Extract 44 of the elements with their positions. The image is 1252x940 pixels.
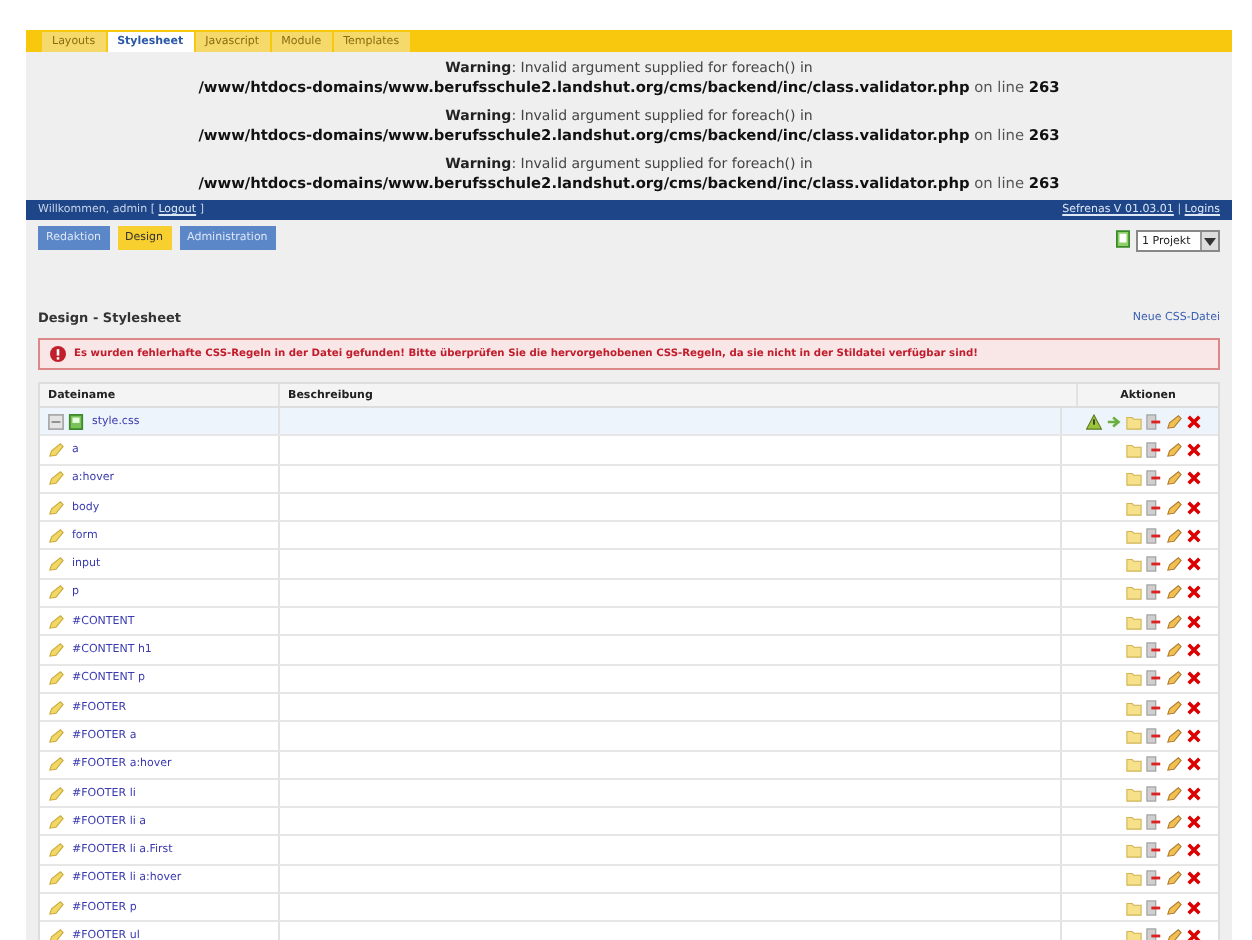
delete-icon[interactable] (1186, 441, 1202, 458)
export-icon[interactable] (1146, 441, 1162, 458)
expand-icon[interactable] (48, 413, 64, 430)
export-icon[interactable] (1146, 470, 1162, 487)
export-icon[interactable] (1146, 642, 1162, 659)
export-icon[interactable] (1146, 699, 1162, 716)
export-icon[interactable] (1146, 670, 1162, 687)
delete-icon[interactable] (1186, 899, 1202, 916)
delete-icon[interactable] (1186, 584, 1202, 601)
delete-icon[interactable] (1186, 527, 1202, 544)
document-icon (1116, 230, 1130, 248)
warning-icon[interactable] (1086, 413, 1102, 430)
delete-icon[interactable] (1186, 642, 1202, 659)
delete-icon[interactable] (1186, 870, 1202, 887)
export-icon[interactable] (1146, 927, 1162, 940)
export-icon[interactable] (1146, 785, 1162, 801)
export-icon[interactable] (1146, 813, 1162, 830)
delete-icon[interactable] (1186, 699, 1202, 716)
delete-icon[interactable] (1186, 470, 1202, 487)
delete-icon[interactable] (1186, 670, 1202, 687)
delete-icon[interactable] (1186, 613, 1202, 630)
delete-icon[interactable] (1186, 927, 1202, 940)
file-icon (68, 413, 84, 430)
export-icon[interactable] (1146, 527, 1162, 544)
delete-icon[interactable] (1186, 413, 1202, 430)
delete-icon[interactable] (1186, 556, 1202, 573)
export-icon[interactable] (1146, 613, 1162, 630)
dropdown-arrow-icon (1204, 237, 1216, 245)
delete-icon[interactable] (1186, 813, 1202, 830)
export-icon[interactable] (1146, 413, 1162, 430)
error-icon (50, 346, 66, 362)
export-icon[interactable] (1146, 584, 1162, 601)
export-icon[interactable] (1146, 842, 1162, 859)
export-icon[interactable] (1146, 899, 1162, 916)
delete-icon[interactable] (1186, 785, 1202, 801)
delete-icon[interactable] (1186, 756, 1202, 773)
export-icon[interactable] (1146, 499, 1162, 516)
export-icon[interactable] (1146, 870, 1162, 887)
export-icon[interactable] (1146, 556, 1162, 573)
export-icon[interactable] (1146, 727, 1162, 744)
delete-icon[interactable] (1186, 842, 1202, 859)
delete-icon[interactable] (1186, 499, 1202, 516)
export-icon[interactable] (1146, 756, 1162, 773)
delete-icon[interactable] (1186, 727, 1202, 744)
